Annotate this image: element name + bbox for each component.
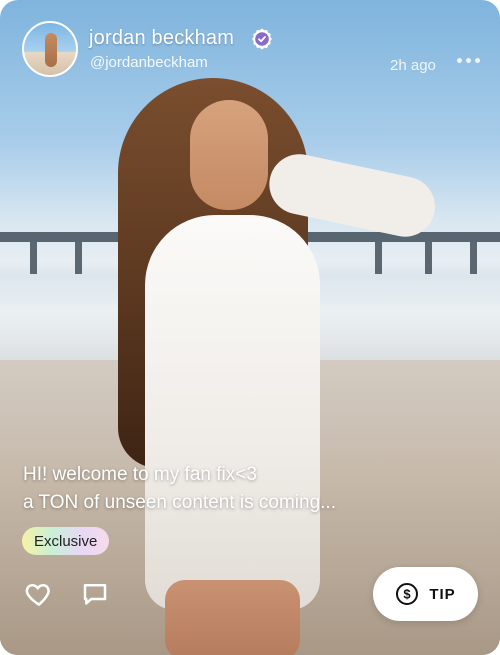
tip-label: TIP (429, 585, 456, 603)
avatar[interactable] (22, 21, 78, 77)
comment-icon[interactable] (80, 579, 110, 609)
photo-subject-dress (145, 215, 320, 610)
more-dots-icon (457, 58, 462, 63)
tip-button[interactable]: $ TIP (373, 567, 478, 621)
caption-line-2: a TON of unseen content is coming... (23, 492, 336, 513)
post-caption: HI! welcome to my fan fix<3 a TON of uns… (23, 461, 336, 517)
photo-subject-legs (165, 580, 300, 655)
photo-subject-face (190, 100, 268, 210)
post-card: jordan beckham @jordanbeckham 2h ago HI!… (0, 0, 500, 655)
svg-text:$: $ (404, 587, 412, 602)
dollar-coin-icon: $ (396, 583, 419, 605)
more-options-button[interactable] (457, 58, 480, 63)
heart-icon[interactable] (24, 579, 54, 609)
author-name[interactable]: jordan beckham (89, 27, 234, 50)
verified-badge-icon (252, 28, 272, 50)
post-timestamp: 2h ago (390, 57, 436, 74)
exclusive-badge: Exclusive (22, 527, 110, 555)
caption-line-1: HI! welcome to my fan fix<3 (23, 464, 257, 485)
author-handle[interactable]: @jordanbeckham (90, 54, 208, 71)
